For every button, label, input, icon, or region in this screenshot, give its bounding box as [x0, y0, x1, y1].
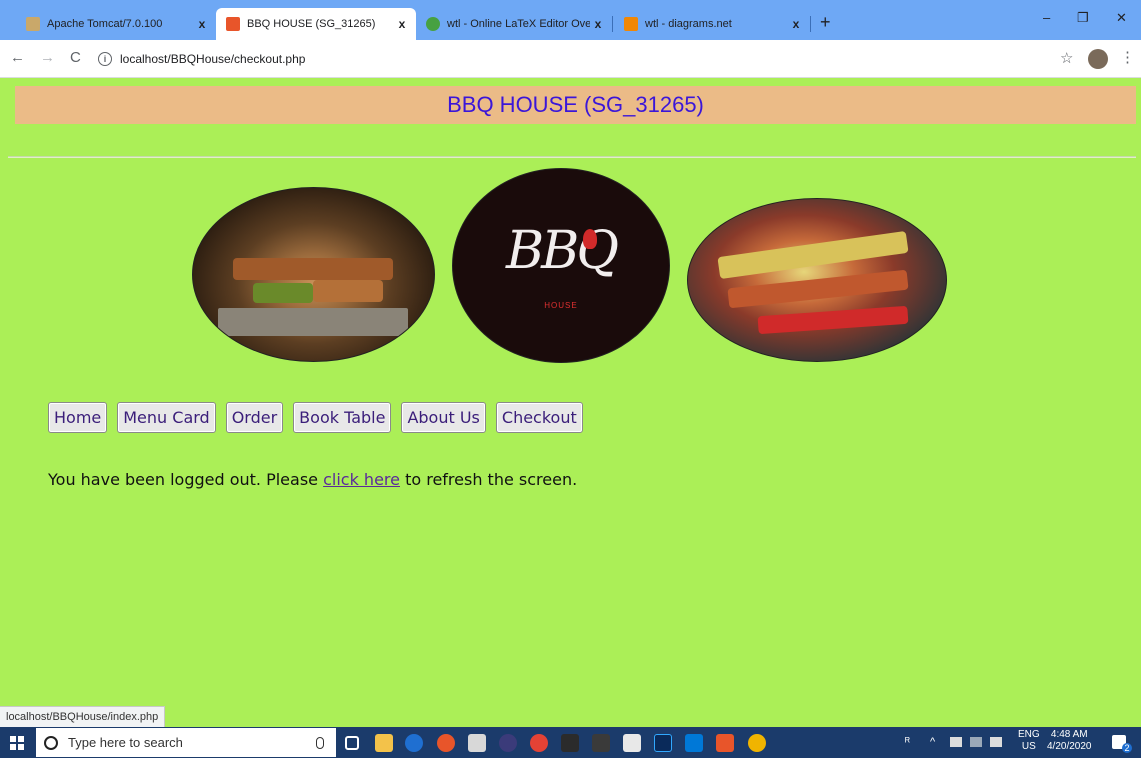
- powershell-icon[interactable]: [685, 734, 703, 752]
- tab-title: wtl - diagrams.net: [645, 18, 732, 30]
- message-text-after: to refresh the screen.: [399, 470, 578, 489]
- bbq-photo-right: [687, 198, 947, 362]
- bbq-photo-left: [192, 187, 435, 362]
- bbq-house-logo: BBQ HOUSE: [452, 168, 670, 363]
- main-nav: Home Menu Card Order Book Table About Us…: [48, 402, 583, 433]
- status-url: localhost/BBQHouse/index.php: [6, 711, 159, 723]
- region-code: US: [1021, 741, 1036, 752]
- reload-icon[interactable]: C: [70, 49, 81, 66]
- logout-message: You have been logged out. Please click h…: [48, 470, 577, 489]
- xampp-icon[interactable]: [716, 734, 734, 752]
- restore-icon[interactable]: ❐: [1077, 10, 1089, 26]
- task-view-icon[interactable]: [345, 736, 359, 750]
- message-text-before: You have been logged out. Please: [48, 470, 324, 489]
- profile-avatar[interactable]: [1088, 49, 1108, 69]
- tab-close-icon[interactable]: x: [788, 17, 804, 31]
- skewer-food: [253, 283, 313, 303]
- chrome-icon[interactable]: [530, 734, 548, 752]
- app-icon[interactable]: [592, 734, 610, 752]
- notification-badge: 2: [1122, 743, 1132, 753]
- back-arrow-icon[interactable]: ←: [10, 49, 25, 66]
- close-window-icon[interactable]: ✕: [1116, 10, 1127, 26]
- logo-subtext: HOUSE: [544, 301, 578, 310]
- clock-date: 4/20/2020: [1047, 741, 1092, 752]
- browser-tab-strip: Apache Tomcat/7.0.100 x BBQ HOUSE (SG_31…: [0, 0, 1141, 40]
- terminal-icon[interactable]: [561, 734, 579, 752]
- diagrams-favicon-icon: [624, 17, 638, 31]
- address-url: localhost/BBQHouse/checkout.php: [120, 52, 306, 66]
- tab-close-icon[interactable]: x: [394, 17, 410, 31]
- refresh-link[interactable]: click here: [323, 470, 400, 489]
- tab-close-icon[interactable]: x: [194, 17, 210, 31]
- nav-home-button[interactable]: Home: [48, 402, 108, 433]
- nav-about-us-button[interactable]: About Us: [401, 402, 486, 433]
- forward-arrow-icon[interactable]: →: [40, 49, 55, 66]
- eclipse-icon[interactable]: [499, 734, 517, 752]
- browser-toolbar: ← → C i localhost/BBQHouse/checkout.php …: [0, 40, 1141, 78]
- photoshop-icon[interactable]: [654, 734, 672, 752]
- tab-separator: [612, 16, 613, 32]
- bbq-favicon-icon: [226, 17, 240, 31]
- nav-order-button[interactable]: Order: [225, 402, 284, 433]
- language-code: ENG: [1018, 729, 1040, 740]
- tab-diagrams[interactable]: wtl - diagrams.net x: [614, 8, 810, 40]
- tab-title: BBQ HOUSE (SG_31265): [247, 18, 376, 30]
- taskbar-search-box[interactable]: Type here to search: [36, 728, 336, 757]
- chrome-icon[interactable]: [748, 734, 766, 752]
- people-icon[interactable]: ᴿ: [905, 736, 910, 748]
- microphone-icon[interactable]: [316, 736, 324, 749]
- tab-bbq-house[interactable]: BBQ HOUSE (SG_31265) x: [216, 8, 416, 40]
- tab-title: Apache Tomcat/7.0.100: [47, 18, 163, 30]
- skewer-handle: [757, 305, 909, 335]
- status-url-bubble: localhost/BBQHouse/index.php: [0, 706, 166, 727]
- clock[interactable]: 4:48 AM 4/20/2020: [1047, 729, 1092, 753]
- minimize-icon[interactable]: –: [1043, 10, 1050, 25]
- flame-icon: [583, 229, 597, 249]
- site-info-icon[interactable]: i: [98, 52, 112, 66]
- cortana-icon: [44, 735, 58, 750]
- tab-close-icon[interactable]: x: [590, 17, 606, 31]
- skewer-food: [727, 269, 909, 309]
- header-divider: [8, 156, 1136, 158]
- browser-menu-icon[interactable]: ⋮: [1120, 48, 1135, 66]
- page-body: BBQ HOUSE (SG_31265) BBQ HOUSE Home Menu…: [0, 78, 1141, 727]
- language-indicator[interactable]: ENG US: [1018, 729, 1040, 753]
- skewer-food: [233, 258, 393, 280]
- grill-stand: [218, 308, 408, 336]
- tab-apache-tomcat[interactable]: Apache Tomcat/7.0.100 x: [16, 8, 216, 40]
- skewer-food: [313, 280, 383, 302]
- app-icon[interactable]: [468, 734, 486, 752]
- tomcat-favicon-icon: [26, 17, 40, 31]
- clock-time: 4:48 AM: [1050, 729, 1088, 740]
- page-header: BBQ HOUSE (SG_31265): [15, 86, 1136, 124]
- windows-start-icon[interactable]: [10, 736, 24, 750]
- windows-taskbar: Type here to search ᴿ ^ ENG US 4:48 AM 4…: [0, 727, 1141, 758]
- volume-icon[interactable]: [990, 737, 1002, 747]
- notepad-icon[interactable]: [623, 734, 641, 752]
- bookmark-star-icon[interactable]: ☆: [1060, 49, 1073, 67]
- chevron-up-icon[interactable]: ^: [930, 736, 935, 748]
- page-title: BBQ HOUSE (SG_31265): [447, 92, 704, 117]
- app-icon[interactable]: [437, 734, 455, 752]
- address-bar[interactable]: i localhost/BBQHouse/checkout.php: [98, 46, 1138, 72]
- edge-icon[interactable]: [405, 734, 423, 752]
- tab-separator: [810, 16, 811, 32]
- wifi-icon[interactable]: [970, 737, 982, 747]
- network-icon[interactable]: [950, 737, 962, 747]
- tab-title: wtl - Online LaTeX Editor Overleaf: [447, 18, 590, 30]
- new-tab-button[interactable]: +: [820, 12, 831, 33]
- nav-book-table-button[interactable]: Book Table: [293, 402, 392, 433]
- overleaf-favicon-icon: [426, 17, 440, 31]
- search-placeholder: Type here to search: [68, 735, 183, 750]
- file-explorer-icon[interactable]: [375, 734, 393, 752]
- tab-overleaf[interactable]: wtl - Online LaTeX Editor Overleaf x: [416, 8, 612, 40]
- nav-menu-card-button[interactable]: Menu Card: [117, 402, 216, 433]
- nav-checkout-button[interactable]: Checkout: [495, 402, 583, 433]
- logo-text: BBQ: [505, 221, 619, 281]
